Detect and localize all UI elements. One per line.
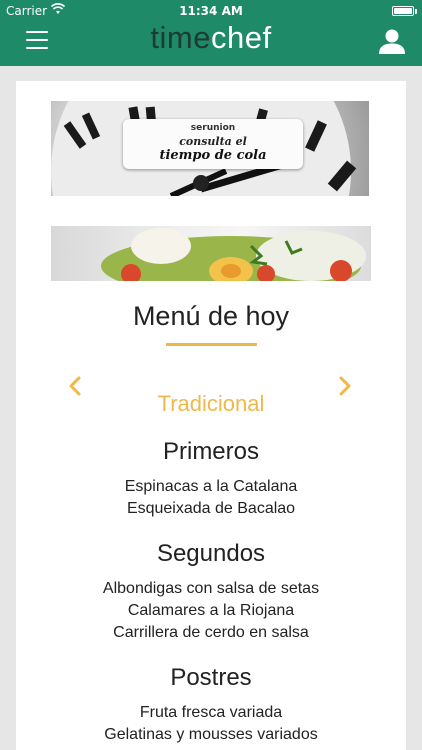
section-title-segundos: Segundos xyxy=(156,540,266,567)
logo-time-text: time xyxy=(150,20,211,55)
food-photo xyxy=(51,226,371,281)
app-logo: timechef xyxy=(0,20,422,56)
menu-item: Albondigas con salsa de setas xyxy=(102,580,320,597)
menu-item: Espinacas a la Catalana xyxy=(124,478,298,495)
battery-icon xyxy=(392,6,417,16)
banner-sign: serunion consulta el tiempo de cola xyxy=(123,119,303,169)
section-title-primeros: Primeros xyxy=(162,438,259,465)
menu-category: Tradicional xyxy=(157,391,265,416)
menu-item: Carrillera de cerdo en salsa xyxy=(113,624,309,641)
status-time: 11:34 AM xyxy=(179,4,243,18)
menu-item: Gelatinas y mousses variados xyxy=(104,726,318,743)
menu-item: Esqueixada de Bacalao xyxy=(126,500,296,517)
navigation-bar: Carrier 11:34 AM timechef xyxy=(0,0,422,66)
menu-card: serunion consulta el tiempo de cola Menú… xyxy=(16,81,406,750)
banner-brand: serunion xyxy=(190,123,236,133)
menu-title: Menú de hoy xyxy=(132,301,290,331)
status-bar: Carrier 11:34 AM xyxy=(0,0,422,22)
banner-line1: consulta el xyxy=(179,135,247,148)
logo-chef-text: chef xyxy=(210,20,272,55)
section-title-postres: Postres xyxy=(170,664,252,691)
banner-line2: tiempo de cola xyxy=(159,148,267,163)
user-profile-icon[interactable] xyxy=(378,28,406,54)
queue-time-banner[interactable]: serunion consulta el tiempo de cola xyxy=(51,101,369,196)
menu-item: Calamares a la Riojana xyxy=(127,602,295,619)
title-underline xyxy=(166,343,257,346)
menu-item: Fruta fresca variada xyxy=(139,704,283,721)
